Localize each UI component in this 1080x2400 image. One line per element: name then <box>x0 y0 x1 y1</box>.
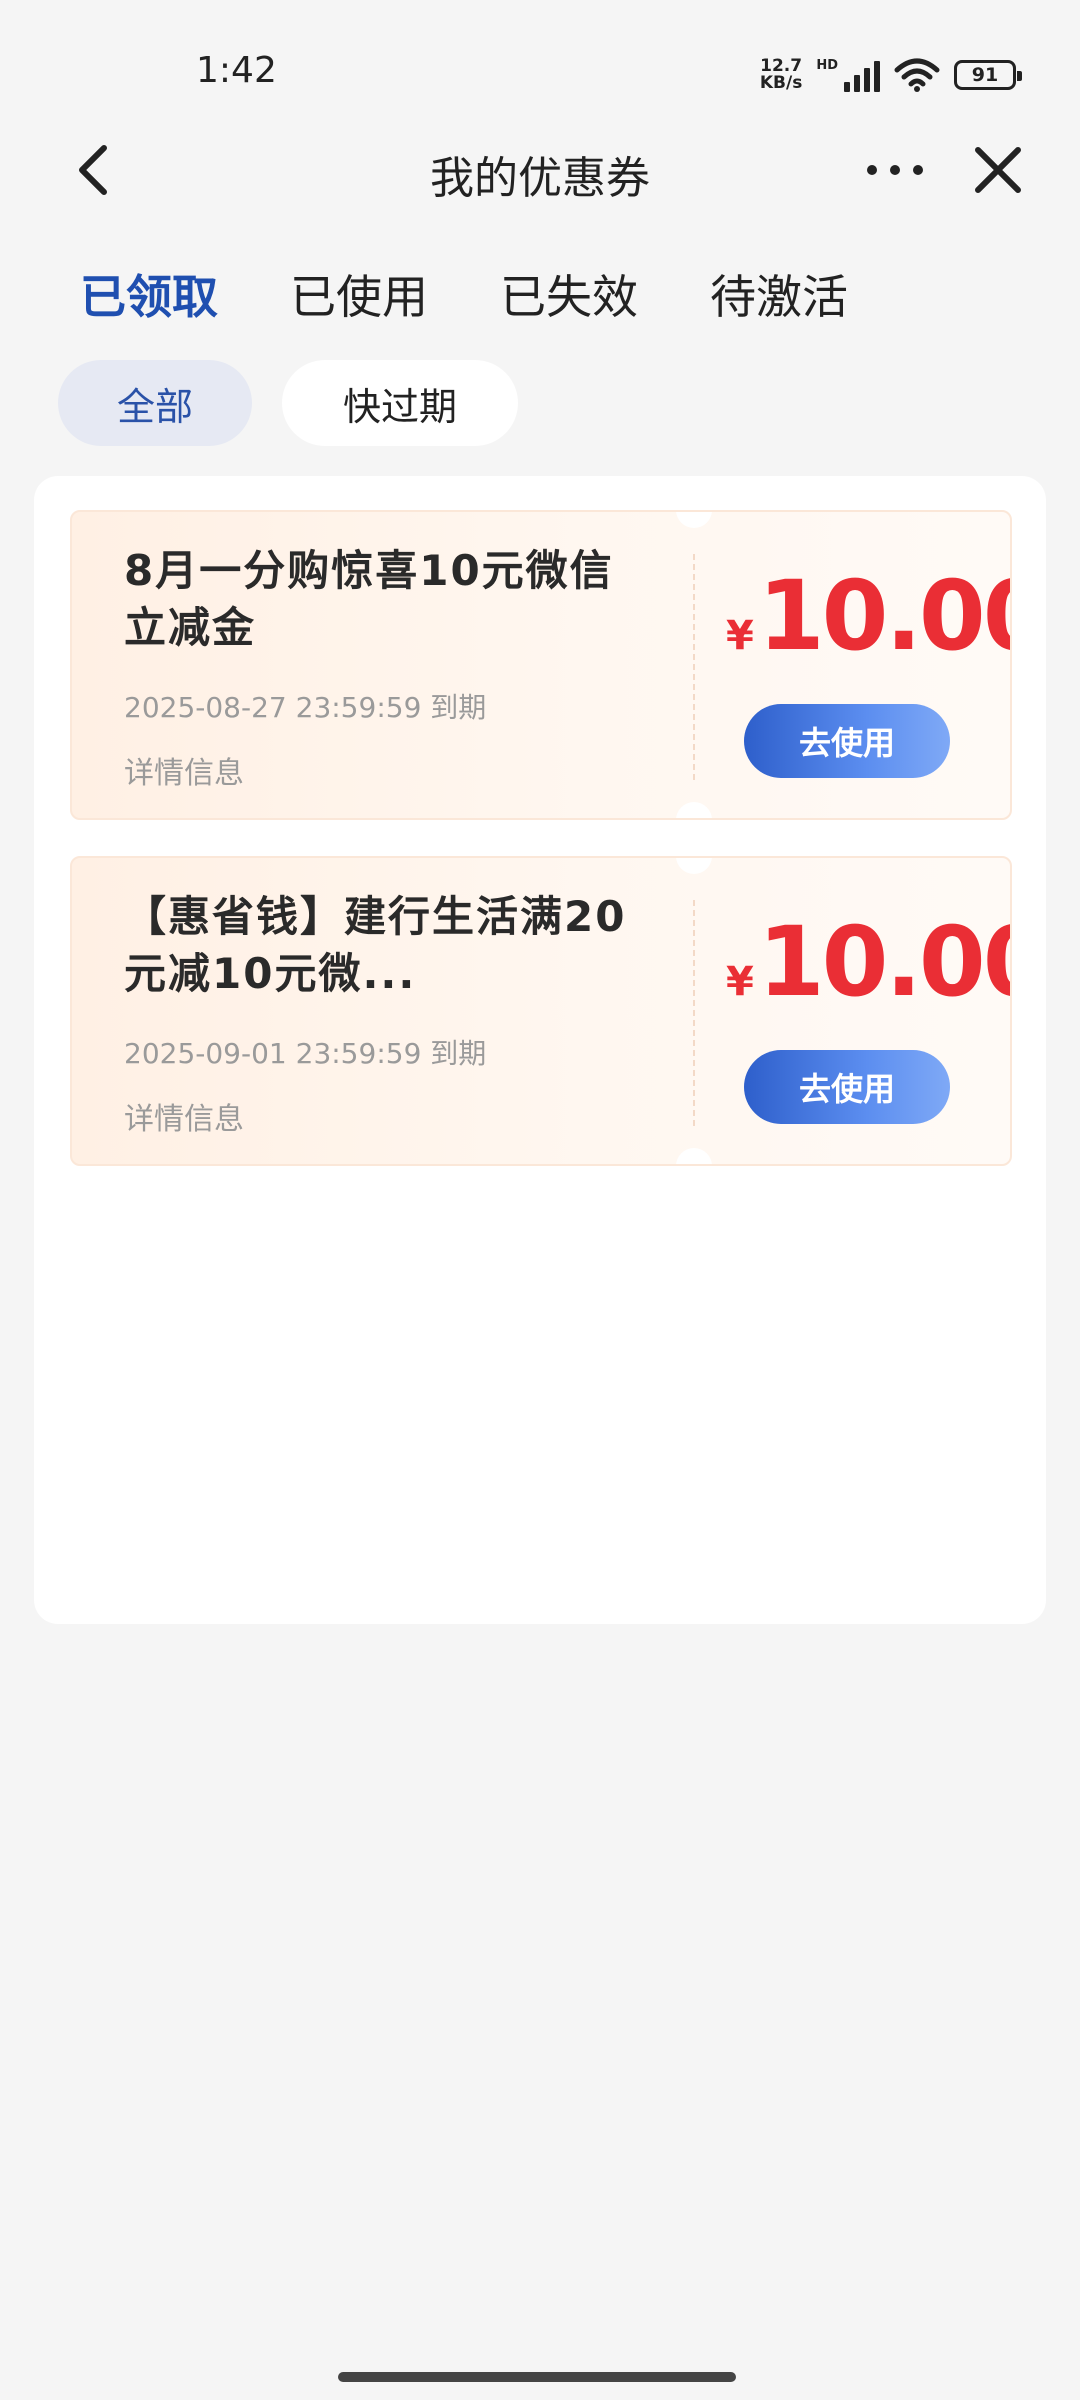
network-speed-unit: KB/s <box>759 73 803 93</box>
coupon-card[interactable]: 【惠省钱】建行生活满20元减10元微... 2025-09-01 23:59:5… <box>70 856 1012 1166</box>
tab-pending-activation[interactable]: 待激活 <box>710 262 848 332</box>
tab-used[interactable]: 已使用 <box>290 262 428 332</box>
tab-received[interactable]: 已领取 <box>80 262 218 332</box>
coupon-amount: ¥ 10.00 <box>726 560 1010 672</box>
signal-bar <box>844 82 850 92</box>
coupon-detail-link[interactable]: 详情信息 <box>124 1094 244 1138</box>
coupon-status-tabs: 已领取 已使用 已失效 待激活 <box>80 262 920 332</box>
coupon-notch <box>676 858 712 874</box>
coupon-amount-value: 10.00 <box>757 560 1010 672</box>
coupon-amount: ¥ 10.00 <box>726 906 1010 1018</box>
cellular-signal-icon: HD <box>816 58 880 92</box>
coupon-divider <box>693 900 695 1126</box>
coupon-expire-date: 2025-08-27 23:59:59 到期 <box>124 691 487 724</box>
status-time: 1:42 <box>196 50 277 91</box>
coupon-list: 8月一分购惊喜10元微信立减金 2025-08-27 23:59:59 到期 详… <box>34 476 1046 1624</box>
coupon-card[interactable]: 8月一分购惊喜10元微信立减金 2025-08-27 23:59:59 到期 详… <box>70 510 1012 820</box>
status-icons: 12.7 KB/s HD 91 <box>760 55 1022 95</box>
coupon-notch <box>676 1148 712 1164</box>
coupon-expire-date: 2025-09-01 23:59:59 到期 <box>124 1037 487 1070</box>
battery-level: 91 <box>971 64 999 86</box>
network-type-label: HD <box>816 58 838 73</box>
battery-icon: 91 <box>954 60 1022 90</box>
coupon-divider <box>693 554 695 780</box>
home-indicator[interactable] <box>338 2372 736 2382</box>
currency-symbol: ¥ <box>726 613 754 659</box>
close-icon[interactable] <box>968 140 1028 200</box>
signal-bar <box>874 61 880 92</box>
signal-bar <box>854 75 860 92</box>
wifi-icon <box>894 58 940 92</box>
filter-chips: 全部 快过期 <box>58 360 518 446</box>
currency-symbol: ¥ <box>726 959 754 1005</box>
coupon-title: 8月一分购惊喜10元微信立减金 <box>124 546 614 652</box>
more-options-icon[interactable] <box>862 140 928 200</box>
coupon-amount-value: 10.00 <box>757 906 1010 1018</box>
coupon-notch <box>676 802 712 818</box>
nav-bar: 我的优惠券 <box>0 120 1080 220</box>
coupon-notch <box>676 512 712 528</box>
network-speed: 12.7 KB/s <box>760 58 802 92</box>
coupon-title: 【惠省钱】建行生活满20元减10元微... <box>124 892 627 998</box>
signal-bar <box>864 68 870 92</box>
filter-all-chip[interactable]: 全部 <box>58 360 252 446</box>
use-coupon-button[interactable]: 去使用 <box>744 704 950 778</box>
use-coupon-button[interactable]: 去使用 <box>744 1050 950 1124</box>
coupon-detail-link[interactable]: 详情信息 <box>124 748 244 792</box>
tab-expired[interactable]: 已失效 <box>500 262 638 332</box>
filter-expiring-soon-chip[interactable]: 快过期 <box>282 360 518 446</box>
